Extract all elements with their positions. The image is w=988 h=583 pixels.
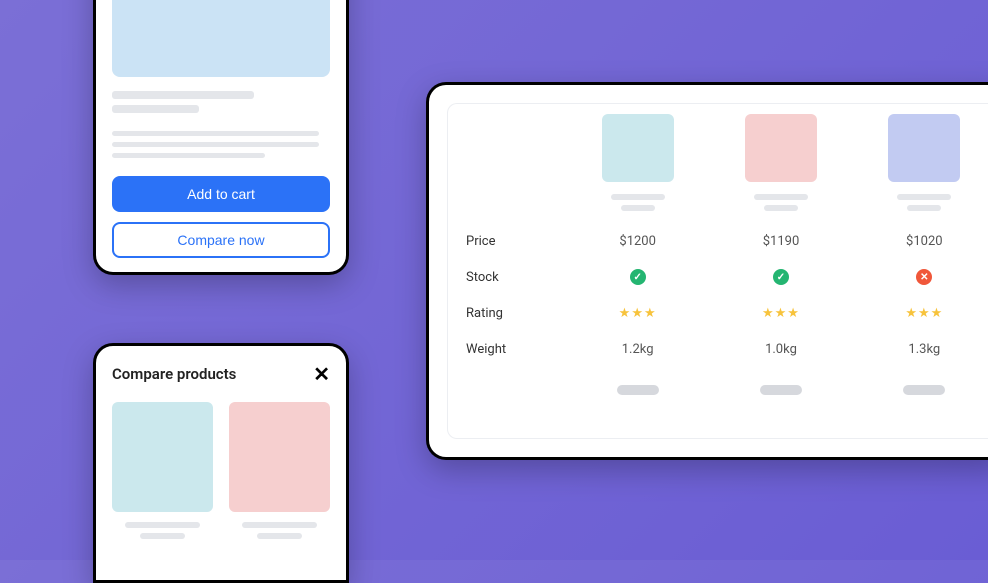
product-swatch [112,402,213,512]
product-swatch [745,114,817,182]
row-label: Rating [466,306,566,321]
meta-skeleton [621,205,655,211]
product-swatch [229,402,330,512]
table-row-rating: Rating ★★★ ★★★ ★★★ [466,295,988,331]
product-card: Add to cart Compare now [93,0,349,275]
compare-item[interactable] [112,402,213,539]
star-icon: ★★★ [905,306,943,321]
row-label: Weight [466,342,566,357]
desc-skeleton [112,153,265,158]
action-skeleton[interactable] [903,385,945,395]
desc-skeleton [112,142,319,147]
name-skeleton [754,194,808,200]
table-column [853,114,988,211]
table-footer [466,367,988,403]
x-icon: ✕ [916,269,932,285]
table-row-stock: Stock ✓ ✓ ✕ [466,259,988,295]
name-skeleton [242,522,318,528]
table-column [709,114,852,211]
name-skeleton [897,194,951,200]
price-value: $1190 [709,234,852,249]
meta-skeleton [257,533,302,539]
price-value: $1020 [853,234,988,249]
product-image-placeholder [112,0,330,77]
table-header [466,114,988,211]
comparison-table-card: Price $1200 $1190 $1020 Stock ✓ ✓ ✕ Rati… [426,82,988,460]
table-column [566,114,709,211]
star-icon: ★★★ [619,306,657,321]
desc-skeleton [112,131,319,136]
meta-skeleton [764,205,798,211]
row-label: Stock [466,270,566,285]
meta-skeleton [140,533,185,539]
action-skeleton[interactable] [617,385,659,395]
price-value: $1200 [566,234,709,249]
star-icon: ★★★ [762,306,800,321]
product-swatch [602,114,674,182]
table-row-weight: Weight 1.2kg 1.0kg 1.3kg [466,331,988,367]
meta-skeleton [907,205,941,211]
name-skeleton [125,522,201,528]
compare-products-title: Compare products [112,365,236,383]
product-swatch [888,114,960,182]
check-icon: ✓ [773,269,789,285]
weight-value: 1.2kg [566,342,709,357]
close-icon[interactable]: ✕ [313,362,330,386]
table-row-price: Price $1200 $1190 $1020 [466,223,988,259]
weight-value: 1.3kg [853,342,988,357]
add-to-cart-button[interactable]: Add to cart [112,176,330,212]
check-icon: ✓ [630,269,646,285]
compare-now-button[interactable]: Compare now [112,222,330,258]
action-skeleton[interactable] [760,385,802,395]
weight-value: 1.0kg [709,342,852,357]
name-skeleton [611,194,665,200]
subtitle-skeleton [112,105,199,113]
row-label: Price [466,234,566,249]
title-skeleton [112,91,254,99]
compare-item[interactable] [229,402,330,539]
compare-products-card: Compare products ✕ [93,343,349,583]
